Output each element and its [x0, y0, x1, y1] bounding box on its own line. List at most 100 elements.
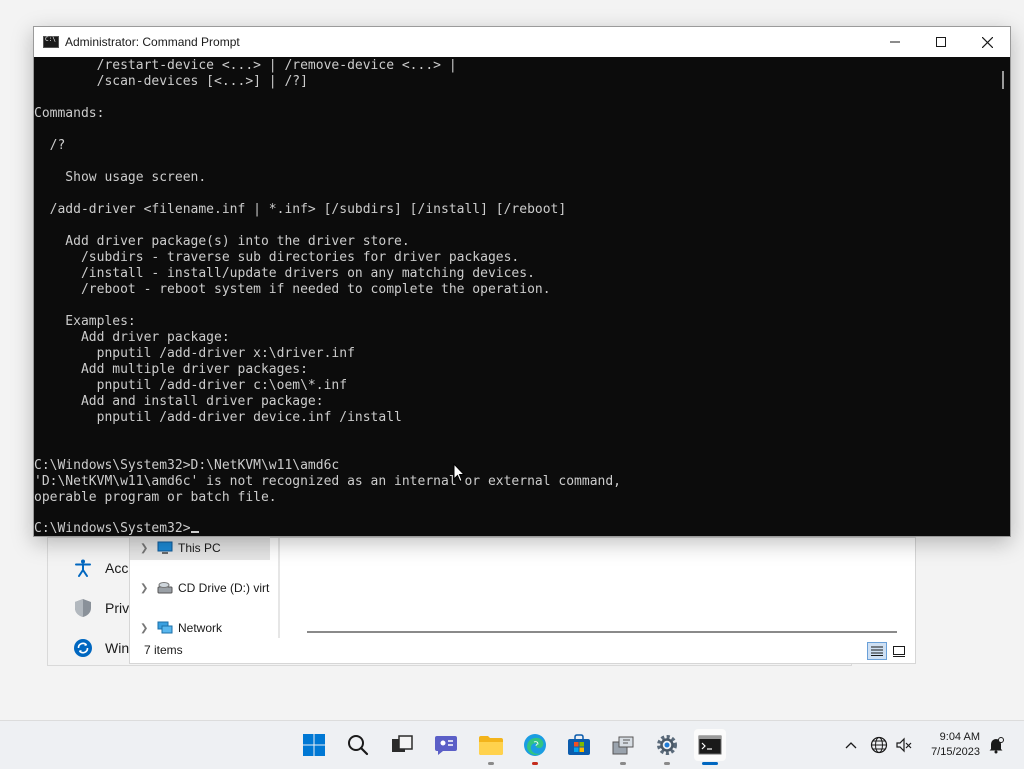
- chat-icon: [435, 736, 457, 755]
- file-explorer-taskbar-button[interactable]: [475, 729, 507, 765]
- console-line: /add-driver <filename.inf | *.inf> [/sub…: [34, 202, 567, 217]
- console-line: Add and install driver package:: [34, 394, 324, 409]
- settings-nav-label: Win: [105, 640, 130, 656]
- command-prompt-window[interactable]: Administrator: Command Prompt /restart-d…: [33, 26, 1011, 537]
- pane-divider[interactable]: [278, 538, 280, 638]
- console-line: operable program or batch file.: [34, 490, 277, 505]
- accessibility-icon: [73, 558, 93, 578]
- console-line: /?: [34, 138, 66, 153]
- vertical-scrollbar-thumb[interactable]: [1002, 71, 1004, 89]
- settings-taskbar-button[interactable]: [651, 729, 683, 765]
- console-line: /subdirs - traverse sub directories for …: [34, 250, 520, 265]
- search-icon: [348, 735, 369, 756]
- edge-taskbar-button[interactable]: [519, 729, 551, 765]
- horizontal-scrollbar[interactable]: [307, 631, 897, 633]
- network-tray-button[interactable]: [869, 735, 889, 755]
- chat-button[interactable]: [430, 729, 462, 761]
- volume-tray-button[interactable]: [894, 735, 914, 755]
- console-line: /restart-device <...> | /remove-device <…: [34, 58, 457, 73]
- volume-muted-icon: [896, 737, 912, 753]
- settings-nav-label: Priv: [105, 600, 130, 616]
- console-line: Add multiple driver packages:: [34, 362, 308, 377]
- text-cursor: [190, 531, 199, 533]
- console-line: Add driver package(s) into the driver st…: [34, 234, 410, 249]
- nav-item-this-pc[interactable]: ❯ This PC: [130, 536, 270, 560]
- notification-bell-icon: [989, 737, 1004, 754]
- task-view-button[interactable]: [386, 729, 418, 761]
- nav-item-network[interactable]: ❯ Network: [130, 616, 270, 640]
- globe-icon: [870, 736, 888, 754]
- computer-icon: [157, 541, 173, 555]
- console-line: /reboot - reboot system if needed to com…: [34, 282, 551, 297]
- navigation-pane: ❯ This PC ❯ CD Drive (D:) virt ❯ Network: [130, 536, 278, 640]
- driver-installer-taskbar-button[interactable]: [607, 729, 639, 765]
- command-prompt-icon: [43, 36, 59, 48]
- console-line: Commands:: [34, 106, 105, 121]
- status-item-count: 7 items: [144, 643, 183, 657]
- clock[interactable]: 9:04 AM 7/15/2023: [931, 730, 980, 760]
- running-indicator: [664, 762, 670, 765]
- window-title: Administrator: Command Prompt: [65, 35, 240, 49]
- large-icons-view-button[interactable]: [889, 642, 909, 660]
- settings-nav-label: Acc: [105, 560, 129, 576]
- network-icon: [157, 621, 173, 635]
- maximize-button[interactable]: [918, 27, 964, 57]
- nav-item-cd-drive[interactable]: ❯ CD Drive (D:) virt: [130, 576, 270, 600]
- running-indicator: [620, 762, 626, 765]
- title-bar[interactable]: Administrator: Command Prompt: [34, 27, 1010, 57]
- large-icons-view-icon: [893, 645, 905, 657]
- running-indicator: [488, 762, 494, 765]
- details-view-icon: [871, 646, 883, 656]
- start-button[interactable]: [298, 729, 330, 761]
- chevron-right-icon[interactable]: ❯: [140, 623, 154, 634]
- search-button[interactable]: [342, 729, 374, 761]
- console-line: pnputil /add-driver c:\oem\*.inf: [34, 378, 348, 393]
- shield-icon: [73, 598, 93, 618]
- file-explorer-window: ❯ This PC ❯ CD Drive (D:) virt ❯ Network…: [129, 536, 916, 664]
- show-hidden-icons-button[interactable]: [841, 735, 861, 755]
- details-view-button[interactable]: [867, 642, 887, 660]
- close-icon: [981, 36, 993, 48]
- driver-installer-icon: [612, 736, 634, 755]
- console-output[interactable]: /restart-device <...> | /remove-device <…: [34, 57, 994, 537]
- command-input-line[interactable]: C:\Windows\System32>: [34, 521, 199, 537]
- chevron-up-icon: [845, 742, 857, 749]
- console-line: /scan-devices [<...>] | /?]: [34, 74, 308, 89]
- taskbar: 9:04 AM 7/15/2023: [0, 720, 1024, 769]
- console-line: /install - install/update drivers on any…: [34, 266, 535, 281]
- windows-update-icon: [73, 638, 93, 658]
- clock-date: 7/15/2023: [931, 746, 980, 758]
- store-taskbar-button[interactable]: [563, 729, 595, 761]
- running-indicator: [532, 762, 538, 765]
- console-line: C:\Windows\System32>D:\NetKVM\w11\amd6c: [34, 458, 340, 473]
- chevron-right-icon[interactable]: ❯: [140, 583, 154, 594]
- clock-time: 9:04 AM: [939, 731, 980, 743]
- chevron-right-icon[interactable]: ❯: [140, 543, 154, 554]
- command-prompt-text: C:\Windows\System32>: [34, 521, 191, 536]
- command-prompt-taskbar-button[interactable]: [694, 729, 726, 765]
- cd-drive-icon: [157, 581, 173, 595]
- settings-nav-privacy[interactable]: Priv: [73, 598, 129, 618]
- store-icon: [568, 734, 590, 755]
- file-explorer-icon: [479, 736, 503, 755]
- notifications-button[interactable]: [986, 735, 1006, 755]
- console-line: Examples:: [34, 314, 136, 329]
- nav-item-label: CD Drive (D:) virt: [178, 581, 270, 595]
- active-indicator: [702, 762, 718, 765]
- close-button[interactable]: [964, 27, 1010, 57]
- console-line: 'D:\NetKVM\w11\amd6c' is not recognized …: [34, 474, 621, 489]
- settings-nav-accessibility[interactable]: Acc: [73, 558, 128, 578]
- console-line: pnputil /add-driver device.inf /install: [34, 410, 402, 425]
- nav-item-label: Network: [178, 621, 223, 635]
- nav-item-label: This PC: [178, 541, 221, 555]
- minimize-button[interactable]: [872, 27, 918, 57]
- settings-nav-windows-update[interactable]: Win: [73, 638, 129, 658]
